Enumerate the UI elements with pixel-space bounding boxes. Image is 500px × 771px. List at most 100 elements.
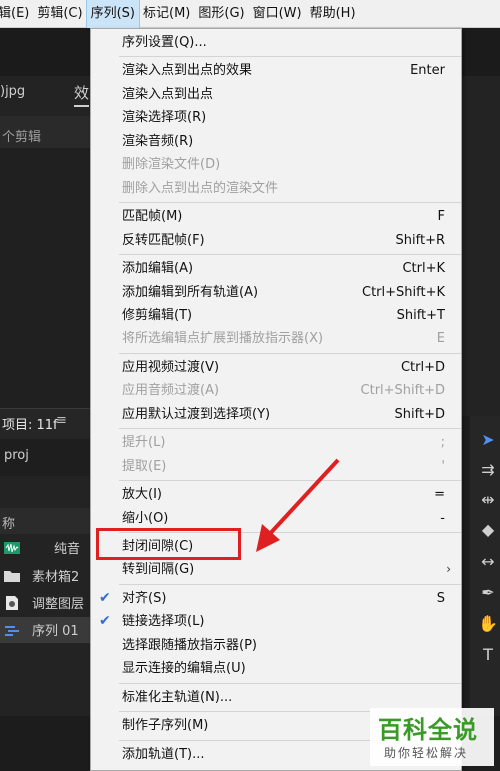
menubar-item[interactable]: 标记(M) [139,0,194,28]
menu-item-shortcut: Shift+T [396,307,445,323]
menu-item[interactable]: 渲染入点到出点 [91,83,461,106]
menu-item[interactable]: 渲染入点到出点的效果 Enter [91,59,461,82]
pen-tool-icon[interactable]: ✒ [478,583,498,603]
menu-item-label: 渲染音频(R) [122,133,194,149]
menu-item[interactable]: 反转匹配帧(F) Shift+R [91,229,461,252]
ripple-edit-tool-icon[interactable]: ⇹ [478,490,498,510]
source-tab-label[interactable]: )jpg [0,84,25,99]
watermark: 百科全说 助你轻松解决 [370,708,494,766]
menu-item[interactable]: 序列设置(Q)... [91,31,461,54]
menu-item[interactable]: 渲染选择项(R) [91,106,461,129]
menu-item-label: 提升(L) [122,435,166,451]
list-item[interactable]: 纯音 [0,535,90,561]
menu-item-label: 删除入点到出点的渲染文件 [122,180,279,196]
submenu-chevron-icon: › [446,562,451,577]
menu-separator [119,56,461,58]
clip-info-text: 个剪辑 [2,130,42,145]
hand-tool-icon[interactable]: ✋ [478,614,498,634]
menu-item[interactable]: 应用视频过渡(V) Ctrl+D [91,356,461,379]
right-panel-strip [460,28,500,76]
list-item-label: 序列 01 [32,624,79,639]
menu-item-label: 选择跟随播放指示器(P) [122,637,257,653]
menu-item-shortcut: Ctrl+Shift+K [362,284,445,300]
menu-item-shortcut: F [437,209,445,225]
menu-item-shortcut: S [436,590,445,606]
menu-item-label: 删除渲染文件(D) [122,157,221,173]
razor-tool-icon[interactable]: ◆ [478,520,498,540]
menubar-item[interactable]: 序列(S) [85,0,141,29]
menu-item[interactable]: 添加编辑到所有轨道(A) Ctrl+Shift+K [91,281,461,304]
menu-item-label: 匹配帧(M) [122,209,183,225]
menu-item[interactable]: 修剪编辑(T) Shift+T [91,304,461,327]
menu-item: 将所选编辑点扩展到播放指示器(X) E [91,327,461,350]
type-tool-icon[interactable]: T [478,645,498,665]
track-select-tool-icon[interactable]: ⇉ [478,460,498,480]
menu-item[interactable]: 显示连接的编辑点(U) [91,657,461,680]
list-header-name[interactable]: 称 [2,513,15,532]
menu-item-label: 制作子序列(M) [122,718,209,734]
menu-item-label: 添加编辑(A) [122,261,194,277]
menubar: 辑(E) 剪辑(C) 序列(S) 标记(M) 图形(G) 窗口(W) 帮助(H) [0,0,500,29]
menu-item[interactable]: 应用默认过渡到选择项(Y) Shift+D [91,403,461,426]
menu-separator [119,480,461,482]
menu-separator [119,583,461,585]
effects-panel-body [0,148,90,408]
list-item[interactable]: 素材箱2 [0,563,90,589]
menubar-item[interactable]: 剪辑(C) [33,0,86,28]
menu-item[interactable]: ✔ 对齐(S) S [91,587,461,610]
project-panel-title[interactable]: 项目: 11f [2,414,58,433]
menu-item-shortcut: Ctrl+Shift+D [360,383,445,399]
menu-item[interactable]: ✔ 链接选择项(L) [91,610,461,633]
menu-item: 提升(L); [91,431,461,454]
menu-item[interactable]: 放大(I) = [91,483,461,506]
menu-item-shortcut: E [436,331,445,347]
watermark-subtitle: 助你轻松解决 [384,746,469,760]
menu-item: 提取(E) ' [91,455,461,478]
menu-item[interactable]: 缩小(O) - [91,507,461,530]
project-panel-menu-icon[interactable]: ≡ [56,413,67,428]
menu-item: 删除渲染文件(D) [91,153,461,176]
selection-tool-icon[interactable]: ➤ [478,430,498,450]
menu-item-label: 转到间隔(G) [122,562,195,578]
menu-item-label: 应用视频过渡(V) [122,359,220,375]
menu-item-label: 渲染选择项(R) [122,110,207,126]
menu-item[interactable]: 添加编辑(A) Ctrl+K [91,257,461,280]
right-panel-body [462,76,500,416]
menu-item-label: 应用默认过渡到选择项(Y) [122,406,271,422]
menubar-item[interactable]: 辑(E) [0,0,33,28]
list-item-label: 纯音 [54,542,81,557]
checkmark-icon: ✔ [99,589,111,606]
menu-item[interactable]: 渲染音频(R) [91,130,461,153]
menu-item-label: 渲染入点到出点的效果 [122,63,253,79]
sequence-menu-dropdown: 序列设置(Q)... 渲染入点到出点的效果 Enter 渲染入点到出点 渲染选择项(R)… [90,28,462,771]
menu-separator [119,202,461,204]
menu-item-label: 添加轨道(T)... [122,746,205,762]
menu-item-label: 放大(I) [122,487,162,503]
menu-item-shortcut: Shift+D [394,406,445,422]
menu-item-label: 修剪编辑(T) [122,307,193,323]
sequence-icon [5,626,19,636]
menu-item[interactable]: 转到间隔(G) › [91,558,461,581]
menubar-item[interactable]: 图形(G) [194,0,248,28]
menu-item-shortcut: Ctrl+K [402,261,445,277]
menu-item-label: 缩小(O) [122,510,169,526]
project-file-name: proj [4,448,29,463]
effects-tab-label[interactable]: 效 [74,82,90,107]
menubar-item[interactable]: 窗口(W) [249,0,306,28]
list-item[interactable]: 调整图层 [0,590,90,616]
menu-item[interactable]: 选择跟随播放指示器(P) [91,634,461,657]
list-item[interactable]: 序列 01 [0,617,90,643]
audio-waveform-icon [4,542,20,554]
menu-item-label: 渲染入点到出点 [122,86,214,102]
list-item-label: 调整图层 [32,597,85,612]
menubar-item[interactable]: 帮助(H) [306,0,360,28]
menu-item-label: 链接选择项(L) [122,614,205,630]
menu-item-label: 对齐(S) [122,590,167,606]
menu-item[interactable]: 匹配帧(M) F [91,205,461,228]
watermark-logo-text: 百科全说 [378,716,478,744]
menu-item-label: 应用音频过渡(A) [122,383,220,399]
folder-icon [4,571,20,582]
menu-item-label: 将所选编辑点扩展到播放指示器(X) [122,331,324,347]
menu-item[interactable]: 标准化主轨道(N)... [91,686,461,709]
slip-tool-icon[interactable]: ↔ [478,552,498,572]
